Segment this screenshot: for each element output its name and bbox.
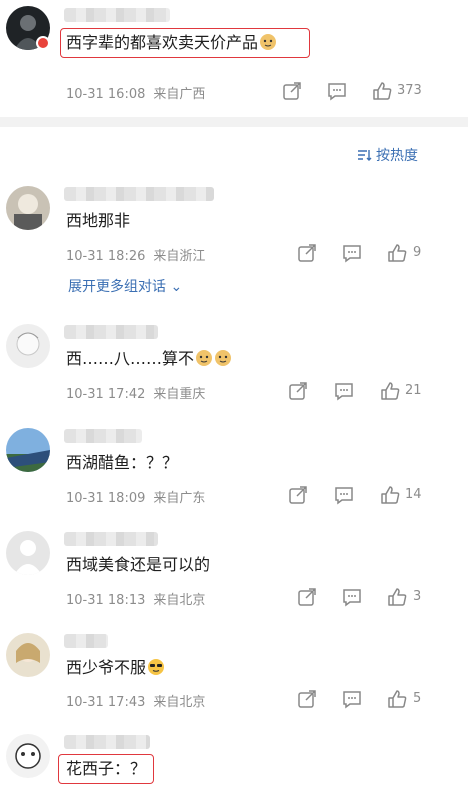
expand-label: 展开更多组对话	[68, 279, 166, 295]
comment-source: 来自北京	[153, 593, 206, 608]
commenter-name[interactable]	[64, 735, 150, 749]
sort-by-hot-button[interactable]: 按热度	[356, 145, 418, 165]
share-button[interactable]	[296, 688, 318, 710]
share-icon	[298, 690, 316, 708]
comment-item: 西地那非 10-31 18:26 来自浙江 9 展开更多组对话 ⌄	[0, 180, 468, 300]
main-post: 西字辈的都喜欢卖天价产品 10-31 16:08 来自广西 373	[0, 0, 468, 117]
like-button[interactable]	[386, 586, 408, 608]
like-icon	[388, 690, 407, 708]
comment-text: 西湖醋鱼：？？	[66, 453, 179, 472]
comment-item: 西域美食还是可以的 10-31 18:13 来自北京 3	[0, 525, 468, 625]
expand-conversation-link[interactable]: 展开更多组对话 ⌄	[68, 276, 182, 296]
like-icon	[373, 82, 392, 100]
comment-time: 10-31 18:09	[66, 491, 146, 506]
comment-item: 西……八……算不 10-31 17:42 来自重庆 21	[0, 318, 468, 418]
like-button[interactable]	[371, 80, 393, 102]
share-button[interactable]	[287, 484, 309, 506]
commenter-name[interactable]	[64, 532, 158, 546]
comment-source: 来自浙江	[153, 249, 206, 264]
comment-button[interactable]	[341, 242, 363, 264]
share-icon	[298, 244, 316, 262]
doge-emoji-icon	[260, 34, 277, 50]
commenter-avatar[interactable]	[6, 324, 50, 368]
like-button[interactable]	[379, 380, 401, 402]
sort-icon	[358, 150, 372, 161]
comment-text: 西域美食还是可以的	[66, 555, 211, 574]
commenter-avatar[interactable]	[6, 531, 50, 575]
chevron-down-icon: ⌄	[166, 279, 183, 295]
comment-time: 10-31 17:42	[66, 387, 146, 402]
post-time: 10-31 16:08	[66, 87, 146, 102]
comment-item: 花西子：？	[0, 728, 468, 794]
comment-item: 西湖醋鱼：？？ 10-31 18:09 来自广东 14	[0, 422, 468, 522]
comment-meta: 10-31 17:42 来自重庆	[66, 383, 205, 402]
comment-time: 10-31 18:26	[66, 249, 146, 264]
comment-source: 来自北京	[153, 695, 206, 710]
share-icon	[283, 82, 301, 100]
like-icon	[381, 486, 400, 504]
like-count: 373	[397, 83, 422, 98]
comment-source: 来自广东	[153, 491, 206, 506]
like-count: 5	[413, 691, 422, 706]
sort-label: 按热度	[376, 148, 418, 164]
share-icon	[289, 382, 307, 400]
comment-button[interactable]	[326, 80, 348, 102]
commenter-avatar[interactable]	[6, 633, 50, 677]
share-button[interactable]	[296, 586, 318, 608]
comment-meta: 10-31 18:09 来自广东	[66, 487, 205, 506]
comment-icon	[343, 245, 361, 263]
post-source: 来自广西	[153, 87, 206, 102]
post-text: 西字辈的都喜欢卖天价产品	[66, 32, 277, 54]
like-button[interactable]	[379, 484, 401, 506]
share-button[interactable]	[281, 80, 303, 102]
comment-source: 来自重庆	[153, 387, 206, 402]
comment-icon	[343, 589, 361, 607]
comment-item: 西少爷不服 10-31 17:43 来自北京 5	[0, 627, 468, 727]
comment-meta: 10-31 17:43 来自北京	[66, 691, 205, 710]
comment-time: 10-31 18:13	[66, 593, 146, 608]
comment-text: 西……八……算不	[66, 348, 232, 370]
verified-badge	[36, 36, 50, 50]
section-separator	[0, 117, 468, 127]
comment-icon	[335, 383, 353, 401]
commenter-name[interactable]	[64, 187, 214, 201]
post-author-name[interactable]	[64, 8, 170, 22]
commenter-name[interactable]	[64, 429, 142, 443]
like-count: 14	[405, 487, 422, 502]
like-icon	[388, 588, 407, 606]
share-icon	[298, 588, 316, 606]
comment-text: 花西子：？	[66, 759, 147, 778]
doge-emoji-icon	[215, 350, 232, 366]
like-count: 9	[413, 245, 422, 260]
commenter-name[interactable]	[64, 325, 158, 339]
share-button[interactable]	[296, 242, 318, 264]
like-button[interactable]	[386, 242, 408, 264]
sunglasses-emoji-icon	[148, 659, 165, 675]
commenter-avatar[interactable]	[6, 428, 50, 472]
like-count: 21	[405, 383, 422, 398]
comment-button[interactable]	[341, 688, 363, 710]
comment-icon	[343, 691, 361, 709]
post-meta: 10-31 16:08 来自广西	[66, 83, 205, 102]
comment-text: 西少爷不服	[66, 657, 165, 679]
like-count: 3	[413, 589, 422, 604]
comment-meta: 10-31 18:26 来自浙江	[66, 245, 205, 264]
commenter-avatar[interactable]	[6, 186, 50, 230]
doge-emoji-icon	[196, 350, 213, 366]
comment-button[interactable]	[333, 380, 355, 402]
like-icon	[388, 244, 407, 262]
like-icon	[381, 382, 400, 400]
comment-text: 西地那非	[66, 211, 131, 230]
share-icon	[289, 486, 307, 504]
comment-button[interactable]	[341, 586, 363, 608]
commenter-avatar[interactable]	[6, 734, 50, 778]
comment-time: 10-31 17:43	[66, 695, 146, 710]
commenter-name[interactable]	[64, 634, 108, 648]
comment-icon	[335, 487, 353, 505]
comment-icon	[328, 83, 346, 101]
like-button[interactable]	[386, 688, 408, 710]
comment-button[interactable]	[333, 484, 355, 506]
share-button[interactable]	[287, 380, 309, 402]
comment-meta: 10-31 18:13 来自北京	[66, 589, 205, 608]
